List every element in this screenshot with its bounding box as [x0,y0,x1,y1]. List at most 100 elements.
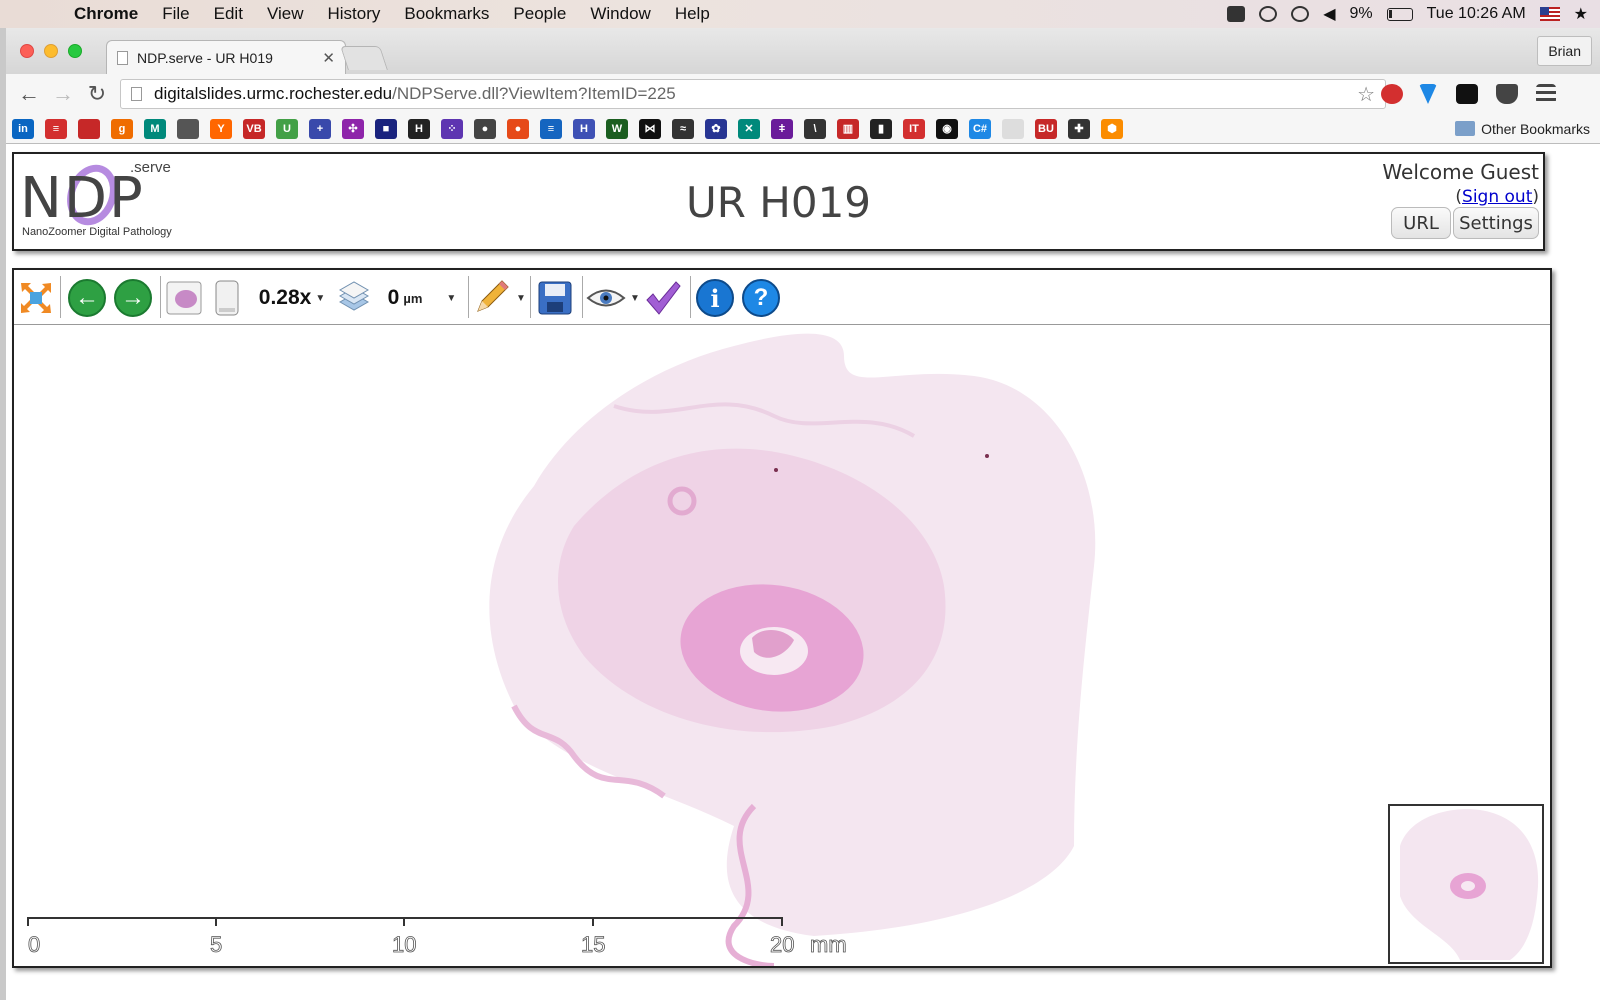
bookmark-icon[interactable]: in [12,118,34,139]
browser-toolbar: ← → ↻ digitalslides.urmc.rochester.edu /… [6,74,1600,114]
page-favicon-icon [117,50,128,65]
tab-active[interactable]: NDP.serve - UR H019 ✕ [106,40,346,74]
menu-edit[interactable]: Edit [202,4,255,24]
other-bookmarks-folder[interactable]: Other Bookmarks [1455,121,1590,137]
slide-label-icon[interactable] [210,278,244,318]
pocket-extension-icon[interactable] [1496,84,1518,104]
bookmark-icon[interactable]: BU [1035,118,1057,139]
address-bar[interactable]: digitalslides.urmc.rochester.edu /NDPSer… [120,79,1386,109]
reload-icon[interactable]: ↻ [80,81,114,107]
slide-thumbnail-icon[interactable] [164,278,204,318]
bookmark-icon[interactable]: ⁘ [441,118,463,139]
chrome-menu-icon[interactable] [1536,84,1556,104]
input-source-flag-icon[interactable] [1539,7,1560,21]
save-disk-icon[interactable] [534,278,576,318]
bookmark-icon[interactable]: ✚ [1068,118,1090,139]
bookmark-icon[interactable]: ■ [375,118,397,139]
bookmark-icon[interactable]: ≡ [540,118,562,139]
battery-icon[interactable] [1386,7,1413,21]
help-icon[interactable]: ? [740,278,782,318]
volume-icon[interactable]: ◀ [1323,4,1335,24]
bookmark-icon[interactable]: W [606,118,628,139]
bookmark-icon[interactable]: IT [903,118,925,139]
evernote-icon[interactable] [1227,6,1246,22]
bookmark-icon[interactable]: ⋈ [639,118,661,139]
bookmark-icon[interactable]: ● [474,118,496,139]
evernote-extension-icon[interactable] [1456,84,1478,104]
bookmark-icon[interactable]: ⬢ [1101,118,1123,139]
zoom-level-dropdown[interactable]: 0.28x ▼ [252,278,332,318]
menu-window[interactable]: Window [578,4,662,24]
bookmark-icon[interactable]: C# [969,118,991,139]
annotation-pencil-icon[interactable]: ▼ [472,278,526,318]
signout-close-paren: ) [1532,187,1539,207]
bookmark-icon[interactable]: H [408,118,430,139]
window-maximize-button[interactable] [68,44,82,58]
bookmark-icon[interactable]: ▥ [837,118,859,139]
bookmark-icon[interactable]: VB [243,118,265,139]
battery-percent: 9% [1349,5,1373,22]
menu-bookmarks[interactable]: Bookmarks [392,4,501,24]
menu-people[interactable]: People [501,4,578,24]
viewer-toolbar: ← → 0.28x ▼ 0 µm ▼ ▼ ▼ i ? [14,270,1550,325]
menu-view[interactable]: View [255,4,316,24]
other-bookmarks-label: Other Bookmarks [1481,120,1590,137]
tissue-section-image[interactable] [14,326,1552,968]
bookmark-icon[interactable]: ✿ [705,118,727,139]
bookmark-icon[interactable]: M [144,118,166,139]
bookmark-icon[interactable]: H [573,118,595,139]
clock[interactable]: Tue 10:26 AM [1427,5,1526,23]
next-slide-icon[interactable]: → [112,278,154,318]
notification-star-icon[interactable]: ★ [1574,4,1588,24]
previous-slide-icon[interactable]: ← [66,278,108,318]
signout-line: (Sign out) [1455,187,1539,207]
settings-button[interactable]: Settings [1453,207,1539,239]
info-icon[interactable]: i [694,278,736,318]
chevron-down-icon: ▼ [315,292,326,304]
layers-icon[interactable] [334,278,374,318]
wifi-icon[interactable] [1291,6,1310,22]
bookmark-icon[interactable]: + [309,118,331,139]
bookmark-icon[interactable]: \ [804,118,826,139]
sign-out-link[interactable]: Sign out [1462,187,1532,207]
bookmark-icon[interactable]: ✕ [738,118,760,139]
bookmark-icon[interactable]: U [276,118,298,139]
menu-help[interactable]: Help [663,4,722,24]
bookmark-icon[interactable]: ≡ [45,118,67,139]
view-options-eye-icon[interactable]: ▼ [586,278,640,318]
menu-file[interactable]: File [150,4,201,24]
window-minimize-button[interactable] [44,44,58,58]
menu-history[interactable]: History [315,4,392,24]
menu-app-name[interactable]: Chrome [62,4,150,24]
adblock-extension-icon[interactable] [1381,84,1403,104]
check-complete-icon[interactable] [642,278,684,318]
profile-button[interactable]: Brian [1537,36,1592,66]
bookmark-icon[interactable]: g [111,118,133,139]
new-tab-button[interactable] [340,46,388,70]
window-close-button[interactable] [20,44,34,58]
bookmark-icon[interactable]: ≈ [672,118,694,139]
back-arrow-icon[interactable]: ← [12,81,46,107]
bookmark-icon[interactable]: ● [507,118,529,139]
bookmark-icon[interactable]: ✣ [342,118,364,139]
tab-close-icon[interactable]: ✕ [322,49,335,67]
bookmark-icon[interactable]: ◉ [936,118,958,139]
bookmark-icon[interactable]: ▮ [870,118,892,139]
forward-arrow-icon[interactable]: → [46,81,80,107]
focus-depth-value: 0 [387,286,400,309]
folder-icon [1455,121,1476,136]
url-button[interactable]: URL [1391,207,1451,239]
sync-icon[interactable] [1259,6,1278,22]
bookmark-icon[interactable] [177,118,199,139]
focus-depth-dropdown[interactable]: 0 µm ▼ [382,278,462,318]
slide-canvas[interactable]: 0 5 10 15 20 mm [14,326,1552,968]
bookmark-icon[interactable] [78,118,100,139]
bookmark-icon[interactable]: ǂ [771,118,793,139]
bookmark-icon[interactable]: Y [210,118,232,139]
page-info-icon[interactable] [131,87,142,101]
fit-to-screen-icon[interactable] [16,278,56,318]
bookmark-icon[interactable] [1002,118,1024,139]
navigator-thumbnail[interactable] [1388,804,1544,964]
vpn-extension-icon[interactable] [1419,84,1437,104]
bookmark-star-icon[interactable]: ☆ [1357,82,1375,107]
